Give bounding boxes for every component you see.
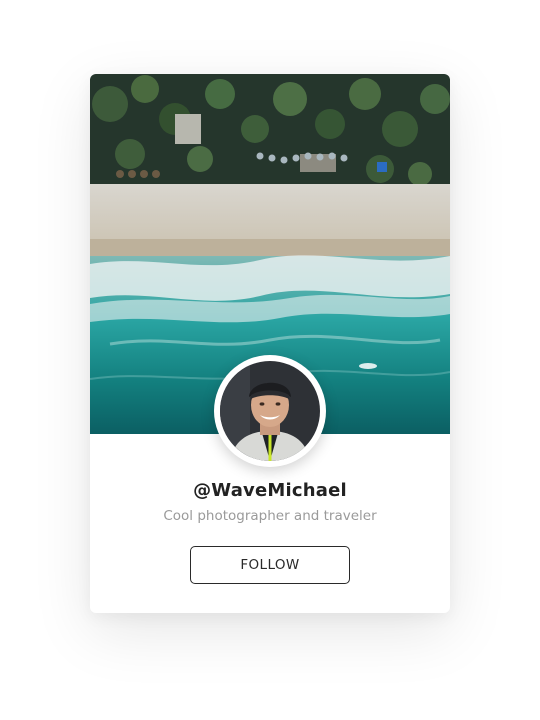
avatar-frame[interactable]: [214, 355, 326, 467]
page: @WaveMichael Cool photographer and trave…: [0, 0, 540, 720]
follow-button-label: FOLLOW: [240, 557, 300, 573]
profile-card: @WaveMichael Cool photographer and trave…: [90, 74, 450, 613]
username: @WaveMichael: [193, 480, 347, 501]
profile-tagline: Cool photographer and traveler: [163, 508, 377, 524]
avatar[interactable]: [220, 361, 320, 461]
follow-button[interactable]: FOLLOW: [190, 546, 350, 584]
